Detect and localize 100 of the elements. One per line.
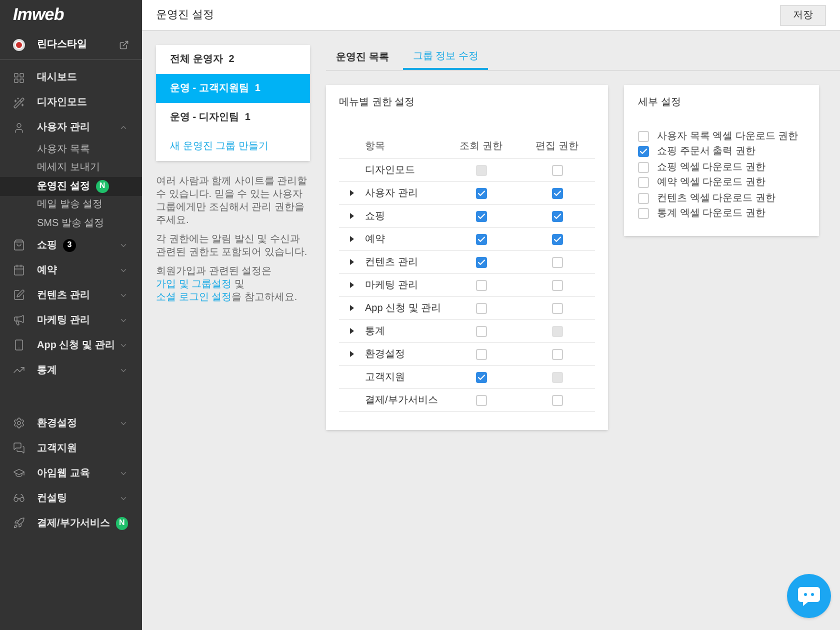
checkbox[interactable] <box>638 130 649 142</box>
expand-arrow-icon[interactable] <box>350 213 354 219</box>
nav-item[interactable]: 통계 <box>0 358 142 382</box>
checkbox[interactable] <box>476 210 486 222</box>
checkbox[interactable] <box>638 177 649 188</box>
card-title: 메뉴별 권한 설정 <box>339 96 416 110</box>
expand-arrow-icon[interactable] <box>350 351 354 357</box>
nav-subitem[interactable]: 메일 발송 설정 <box>0 196 142 214</box>
checkbox[interactable] <box>638 162 649 173</box>
row-label: 사용자 관리 <box>365 186 418 200</box>
nav-item[interactable]: App 신청 및 관리 <box>0 332 142 358</box>
checkbox[interactable] <box>552 348 562 360</box>
nav-item[interactable]: 대시보드 <box>0 65 142 90</box>
checkbox[interactable] <box>476 256 486 268</box>
option-label: 통계 엑셀 다운로드 권한 <box>657 207 766 222</box>
badge: N <box>116 516 128 530</box>
checkbox[interactable] <box>476 394 486 406</box>
checkbox[interactable] <box>552 210 562 222</box>
nav-item[interactable]: 사용자 관리 <box>0 115 142 140</box>
checkbox[interactable] <box>476 302 486 314</box>
external-link-icon[interactable] <box>119 40 129 50</box>
nav-subitem[interactable]: 메세지 보내기 <box>0 158 142 177</box>
group-item[interactable]: 운영 - 디자인팀 1 <box>156 103 310 132</box>
nav-item[interactable]: 컨설팅 <box>0 486 142 510</box>
nav-label: 디자인모드 <box>37 96 87 110</box>
settings-icon <box>13 417 25 429</box>
help-text: 회원가입과 관련된 설정은 가입 및 그룹설정 및 소셜 로그인 설정을 참고하세요. <box>156 265 298 304</box>
expand-arrow-icon[interactable] <box>350 282 354 288</box>
edit-icon <box>13 289 25 301</box>
nav-label: 결제/부가서비스 <box>37 516 110 530</box>
row-label: 컨텐츠 관리 <box>365 256 418 270</box>
nav-label: 컨설팅 <box>37 492 67 506</box>
option-label: 쇼핑 엑셀 다운로드 권한 <box>657 160 766 175</box>
checkbox[interactable] <box>552 234 562 244</box>
nav-item[interactable]: 결제/부가서비스 N <box>0 510 142 536</box>
help-text: 여러 사람과 함께 사이트를 관리할 수 있습니다. 믿을 수 있는 사용자 그룹에게만 조심해서 관리 권한을 주세요. <box>156 175 308 227</box>
caret-icon <box>119 123 128 132</box>
nav-label: 대시보드 <box>37 71 77 85</box>
checkbox[interactable] <box>552 164 562 176</box>
checkbox[interactable] <box>552 394 562 406</box>
card-title: 세부 설정 <box>638 96 682 110</box>
checkbox[interactable] <box>638 146 649 158</box>
checkbox[interactable] <box>476 372 486 382</box>
calendar-icon <box>13 264 25 276</box>
expand-arrow-icon[interactable] <box>350 328 354 334</box>
nav-label: 마케팅 관리 <box>37 314 90 328</box>
group-item[interactable]: 전체 운영자 2 <box>156 45 310 74</box>
nav-item[interactable]: 환경설정 <box>0 410 142 436</box>
logo[interactable]: Imweb <box>13 2 64 28</box>
checkbox[interactable] <box>476 234 486 244</box>
grid-icon <box>13 72 25 84</box>
megaphone-icon <box>13 314 25 326</box>
chat-icon <box>13 442 25 454</box>
nav-item[interactable]: 디자인모드 <box>0 90 142 115</box>
checkbox[interactable] <box>552 280 562 290</box>
expand-arrow-icon[interactable] <box>350 236 354 242</box>
nav-item[interactable]: 아임웹 교육 <box>0 460 142 486</box>
user-icon <box>13 122 25 134</box>
nav-item[interactable]: 마케팅 관리 <box>0 308 142 332</box>
row-label: 결제/부가서비스 <box>365 394 438 408</box>
nav-subitem[interactable]: SMS 발송 설정 <box>0 214 142 232</box>
checkbox[interactable] <box>552 256 562 268</box>
tab[interactable]: 운영진 목록 <box>326 45 399 70</box>
nav-item[interactable]: 컨텐츠 관리 <box>0 282 142 308</box>
row-label: 고객지원 <box>365 370 405 384</box>
row-label: 마케팅 관리 <box>365 278 418 292</box>
phone-icon <box>13 339 25 351</box>
nav-label: 고객지원 <box>37 442 77 456</box>
site-name[interactable]: 린다스타일 <box>37 37 119 52</box>
row-label: App 신청 및 관리 <box>365 302 442 316</box>
expand-arrow-icon[interactable] <box>350 259 354 265</box>
badge: 3 <box>63 238 76 252</box>
row-label: 쇼핑 <box>365 210 385 224</box>
checkbox[interactable] <box>552 188 562 198</box>
nav-label: 컨텐츠 관리 <box>37 288 90 302</box>
glasses-icon <box>13 492 25 504</box>
checkbox[interactable] <box>476 348 486 360</box>
graduation-cap-icon <box>13 467 25 479</box>
chat-button[interactable] <box>787 574 831 618</box>
column-header: 조회 권한 <box>458 140 504 154</box>
nav-item[interactable]: 예약 <box>0 258 142 282</box>
nav-subitem[interactable]: 사용자 목록 <box>0 140 142 158</box>
wand-icon <box>13 96 25 108</box>
save-button[interactable]: 저장 <box>780 4 826 26</box>
nav-label: 쇼핑 <box>37 238 57 252</box>
checkbox[interactable] <box>476 280 486 290</box>
checkbox[interactable] <box>638 208 649 220</box>
expand-arrow-icon[interactable] <box>350 190 354 196</box>
expand-arrow-icon[interactable] <box>350 305 354 311</box>
column-header: 항목 <box>364 140 386 154</box>
row-label: 디자인모드 <box>365 164 415 178</box>
checkbox[interactable] <box>638 192 649 204</box>
nav-item[interactable]: 쇼핑 3 <box>0 232 142 258</box>
column-header: 편집 권한 <box>534 140 580 154</box>
checkbox[interactable] <box>552 302 562 314</box>
row-label: 통계 <box>365 324 385 338</box>
checkbox[interactable] <box>476 188 486 198</box>
nav-item[interactable]: 고객지원 <box>0 436 142 460</box>
checkbox[interactable] <box>476 326 486 336</box>
nav-subitem[interactable]: 운영진 설정 N <box>0 177 142 196</box>
